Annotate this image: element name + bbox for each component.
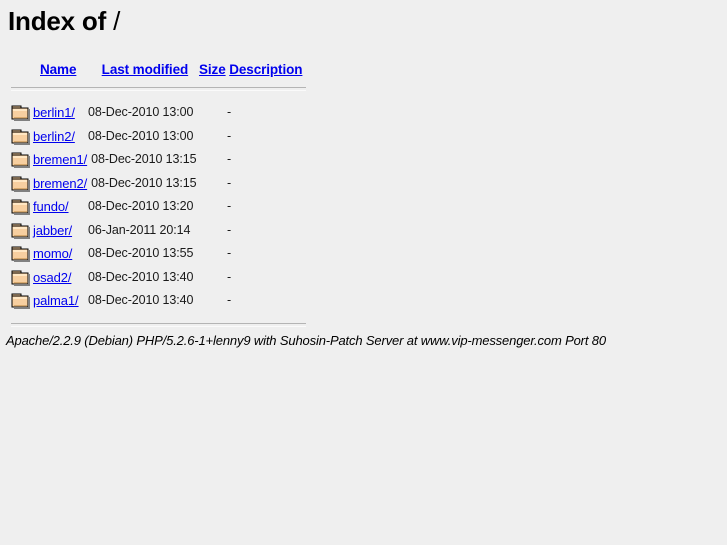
folder-icon [11, 152, 31, 168]
table-row: osad2/08-Dec-2010 13:40 - [0, 266, 727, 290]
entry-last-modified: 08-Dec-2010 13:20 [88, 199, 194, 213]
header-spacer-2 [188, 58, 199, 82]
header-divider [11, 87, 306, 91]
entry-last-modified: 06-Jan-2011 20:14 [88, 222, 191, 237]
entry-last-modified: 08-Dec-2010 13:15 [91, 175, 197, 190]
entry-name-link[interactable]: palma1/ [33, 289, 79, 313]
entry-name-link[interactable]: berlin1/ [33, 101, 75, 125]
header-spacer-1 [76, 58, 101, 82]
entry-size: - [227, 222, 232, 237]
entry-size: - [227, 199, 232, 213]
entry-name-link[interactable]: fundo/ [33, 195, 69, 219]
entry-size: - [227, 152, 232, 166]
folder-icon [11, 176, 31, 192]
footer-divider [11, 322, 306, 327]
page-title-prefix: Index of [8, 6, 114, 36]
entry-last-modified: 08-Dec-2010 13:40 [88, 269, 194, 284]
entry-last-modified: 08-Dec-2010 13:15 [91, 152, 197, 166]
table-row: bremen1/08-Dec-2010 13:15 - [0, 148, 727, 172]
entry-size: - [227, 293, 232, 307]
entry-name-link[interactable]: momo/ [33, 242, 72, 266]
page-title: Index of / [8, 6, 120, 36]
table-row: jabber/06-Jan-2011 20:14 - [0, 219, 727, 243]
folder-icon [11, 270, 31, 286]
entry-last-modified: 08-Dec-2010 13:40 [88, 293, 194, 307]
column-header-name[interactable]: Name [40, 62, 76, 77]
folder-icon [11, 293, 31, 309]
entry-size: - [227, 175, 232, 190]
table-row: berlin2/08-Dec-2010 13:00 - [0, 125, 727, 149]
entry-last-modified: 08-Dec-2010 13:00 [88, 105, 194, 119]
entry-last-modified: 08-Dec-2010 13:00 [88, 128, 194, 143]
entry-last-modified: 08-Dec-2010 13:55 [88, 246, 194, 260]
table-row: fundo/08-Dec-2010 13:20 - [0, 195, 727, 219]
page-title-path: / [113, 6, 121, 36]
listing-column-headers: Name Last modified Size Description [0, 58, 727, 81]
table-row: palma1/08-Dec-2010 13:40 - [0, 289, 727, 313]
table-row: berlin1/08-Dec-2010 13:00 - [0, 101, 727, 125]
column-header-size[interactable]: Size [199, 62, 226, 77]
entry-size: - [227, 128, 232, 143]
server-signature: Apache/2.2.9 (Debian) PHP/5.2.6-1+lenny9… [6, 333, 606, 348]
listing-rows: berlin1/08-Dec-2010 13:00- berlin2/08-Dec… [0, 101, 727, 313]
entry-name-link[interactable]: berlin2/ [33, 125, 75, 149]
entry-name-link[interactable]: osad2/ [33, 266, 72, 290]
folder-icon [11, 246, 31, 262]
directory-listing: Name Last modified Size Description berl… [0, 58, 727, 335]
column-header-description[interactable]: Description [229, 62, 302, 77]
entry-name-link[interactable]: bremen2/ [33, 172, 87, 196]
table-row: momo/08-Dec-2010 13:55 - [0, 242, 727, 266]
entry-size: - [227, 246, 232, 260]
entry-name-link[interactable]: jabber/ [33, 219, 72, 243]
entry-size: - [227, 105, 232, 119]
folder-icon [11, 105, 31, 121]
folder-icon [11, 199, 31, 215]
column-header-last-modified[interactable]: Last modified [102, 62, 189, 77]
folder-icon [11, 129, 31, 145]
entry-name-link[interactable]: bremen1/ [33, 148, 87, 172]
table-row: bremen2/08-Dec-2010 13:15 - [0, 172, 727, 196]
entry-size: - [227, 269, 232, 284]
folder-icon [11, 223, 31, 239]
